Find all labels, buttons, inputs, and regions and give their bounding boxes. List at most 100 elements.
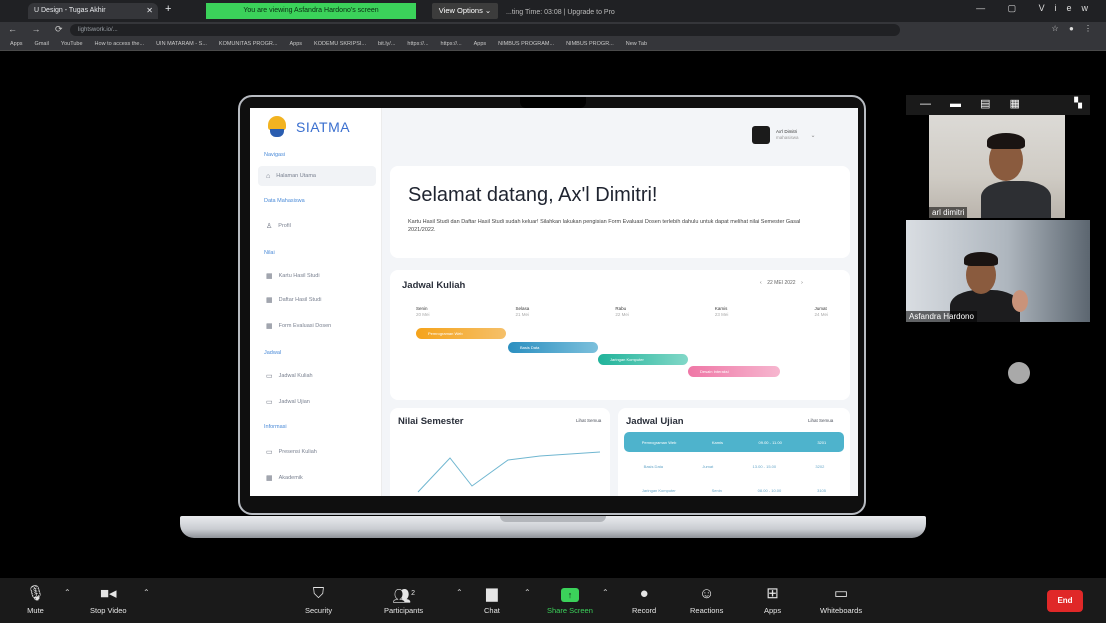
bookmark-item[interactable]: Apps <box>10 38 23 50</box>
ujian-cell: 09.00 - 11.00 <box>758 439 782 445</box>
bookmark-item[interactable]: How to access the... <box>95 38 145 50</box>
bookmark-item[interactable]: https://... <box>407 38 428 50</box>
day-column: Jumat 24 Mei <box>814 306 828 318</box>
chevron-down-icon[interactable]: ⌄ <box>811 132 816 139</box>
schedule-bar[interactable]: Desain Interaksi <box>688 366 780 377</box>
schedule-days: Senin 20 Mei Selasa 21 Mei Rabu 22 Mei Kami… <box>402 306 842 318</box>
security-label: Security <box>305 606 333 615</box>
bookmark-item[interactable]: Gmail <box>35 38 49 50</box>
window-view-label[interactable]: View <box>1039 3 1098 13</box>
share-screen-button[interactable]: ↑ Share Screen <box>547 584 593 615</box>
bookmark-item[interactable]: YouTube <box>61 38 83 50</box>
sidebar-item-khs[interactable]: ▦ Kartu Hasil Studi <box>258 266 376 286</box>
chevron-up-icon[interactable]: ⌃ <box>524 588 531 597</box>
ujian-cell: 13.00 - 15.00 <box>752 463 777 469</box>
speaker-view-icon[interactable]: ▚ <box>1074 98 1082 109</box>
bookmark-item[interactable]: UIN MATARAM - S... <box>156 38 207 50</box>
sidebar-item-profil[interactable]: ♙ Profil <box>258 216 376 236</box>
chat-button[interactable]: ▆ Chat <box>484 584 500 615</box>
brand-name: SIATMA <box>296 119 351 135</box>
bookmark-item[interactable]: bit.ly/... <box>378 38 395 50</box>
reactions-button[interactable]: ☺ Reactions <box>690 584 723 615</box>
bookmark-item[interactable]: NIMBUS PROGRAM... <box>498 38 554 50</box>
sidebar-item-dhs[interactable]: ▦ Daftar Hasil Studi <box>258 290 376 310</box>
ujian-row[interactable]: Jaringan Komputer Senin 08.00 - 10.00 31… <box>624 480 844 496</box>
extension-icons[interactable]: ☆ ● ⋮ <box>1052 24 1096 33</box>
ujian-see-all-link[interactable]: Lihat Semua <box>808 418 833 423</box>
ujian-row[interactable]: Pemrograman Web Kamis 09.00 - 11.00 3201 <box>624 432 844 452</box>
bookmark-item[interactable]: New Tab <box>626 38 647 50</box>
nav-controls[interactable]: ← → ⟳ <box>8 24 69 35</box>
smiley-icon: ☺ <box>699 585 715 602</box>
share-screen-label: Share Screen <box>547 606 593 615</box>
ujian-row[interactable]: Basis Data Jumat 13.00 - 15.00 3202 <box>624 456 844 476</box>
stop-video-button[interactable]: ■◂ Stop Video <box>90 584 127 615</box>
sidebar-item-jadwal-ujian[interactable]: ▭ Jadwal Ujian <box>258 392 376 412</box>
person-body <box>981 181 1051 218</box>
apps-icon: ⊞ <box>766 585 779 602</box>
record-button[interactable]: ● Record <box>632 584 656 615</box>
gallery-view-bar: — ▬ ▤ ▦ ▚ <box>906 95 1090 115</box>
participants-icon: 👥︎2 <box>392 588 416 605</box>
new-tab-icon[interactable]: + <box>165 3 171 15</box>
calendar-icon: ▭ <box>266 399 273 406</box>
sidebar-item-akademik[interactable]: ▦ Akademik <box>258 468 376 488</box>
window-controls[interactable]: — ▢ View <box>976 3 1098 14</box>
day-date: 23 Mei <box>714 312 729 317</box>
sidebar-item-jadwal-kuliah[interactable]: ▭ Jadwal Kuliah <box>258 366 376 386</box>
bookmark-item[interactable]: NIMBUS PROGR... <box>566 38 614 50</box>
section-nilai: Nilai <box>264 250 275 256</box>
chevron-up-icon[interactable]: ⌃ <box>64 588 71 597</box>
meeting-toolbar: 🎙︎ Mute ⌃ ■◂ Stop Video ⌃ ⛉ Security 👥︎2… <box>0 578 1106 623</box>
ujian-card: Jadwal Ujian Lihat Semua Pemrograman Web… <box>618 408 850 496</box>
sidebar-item-presensi[interactable]: ▭ Presensi Kuliah <box>258 442 376 462</box>
mute-button[interactable]: 🎙︎ Mute <box>26 584 45 615</box>
schedule-bar[interactable]: Basis Data <box>508 342 598 353</box>
participant-video[interactable]: arl dimitri <box>929 115 1065 218</box>
section-navigasi: Navigasi <box>264 152 286 158</box>
view-options-button[interactable]: View Options ⌄ <box>432 3 498 19</box>
section-data-mahasiswa: Data Mahasiswa <box>264 198 305 204</box>
security-button[interactable]: ⛉ Security <box>305 584 332 615</box>
apps-label: Apps <box>764 606 782 615</box>
video-camera-icon: ■◂ <box>99 585 117 602</box>
bookmark-item[interactable]: Apps <box>289 38 302 50</box>
sidebar-item-halaman-utama[interactable]: ⌂ Halaman Utama <box>258 166 376 186</box>
browser-tab[interactable]: U Design - Tugas Akhir ✕ <box>28 3 158 19</box>
sidebar-item-form-evaluasi[interactable]: ▦ Form Evaluasi Dosen <box>258 316 376 336</box>
bookmark-item[interactable]: https://... <box>441 38 462 50</box>
participant-video[interactable]: Asfandra Hardono <box>906 220 1090 322</box>
sidebar-item-label: Form Evaluasi Dosen <box>278 323 332 329</box>
nilai-see-all-link[interactable]: Lihat Semua <box>576 418 601 423</box>
browser-tab-bar: U Design - Tugas Akhir ✕ + You are viewi… <box>0 0 1106 22</box>
chat-icon: ▆ <box>486 585 498 602</box>
bookmark-item[interactable]: KOMUNITAS PROGR... <box>219 38 278 50</box>
reactions-label: Reactions <box>690 606 724 615</box>
view-toggle-icons[interactable]: — ▬ ▤ ▦ <box>920 97 1028 110</box>
day-date: 24 Mei <box>814 312 828 317</box>
mute-label: Mute <box>27 606 44 615</box>
bookmark-item[interactable]: KODEMU SKRIPSI... <box>314 38 366 50</box>
chat-label: Chat <box>484 606 500 615</box>
close-tab-icon[interactable]: ✕ <box>146 6 153 15</box>
user-icon: ♙ <box>266 223 273 230</box>
url-bar[interactable]: lightswork.io/... <box>70 24 900 36</box>
day-date: 21 Mei <box>515 312 530 317</box>
schedule-bar[interactable]: Pemrograman Web <box>416 328 506 339</box>
brand: SIATMA <box>266 116 350 138</box>
whiteboards-button[interactable]: ▭ Whiteboards <box>820 584 862 615</box>
apps-button[interactable]: ⊞ Apps <box>764 584 781 615</box>
sidebar-item-label: Kartu Hasil Studi <box>278 273 320 279</box>
chevron-up-icon[interactable]: ⌃ <box>143 588 150 597</box>
user-menu[interactable]: Ax'l Dimitri mahasiswa ⌄ <box>752 124 840 146</box>
laptop-notch <box>520 97 586 108</box>
participants-button[interactable]: 👥︎2 Participants <box>384 584 423 615</box>
bookmark-item[interactable]: Apps <box>474 38 487 50</box>
chevron-up-icon[interactable]: ⌃ <box>456 588 463 597</box>
end-meeting-button[interactable]: End <box>1047 590 1083 612</box>
brand-logo-icon <box>266 116 288 138</box>
chevron-up-icon[interactable]: ⌃ <box>602 588 609 597</box>
schedule-bar[interactable]: Jaringan Komputer <box>598 354 688 365</box>
record-icon: ● <box>639 585 649 602</box>
date-picker[interactable]: ‹ 22 MEI 2022 › <box>760 280 803 286</box>
